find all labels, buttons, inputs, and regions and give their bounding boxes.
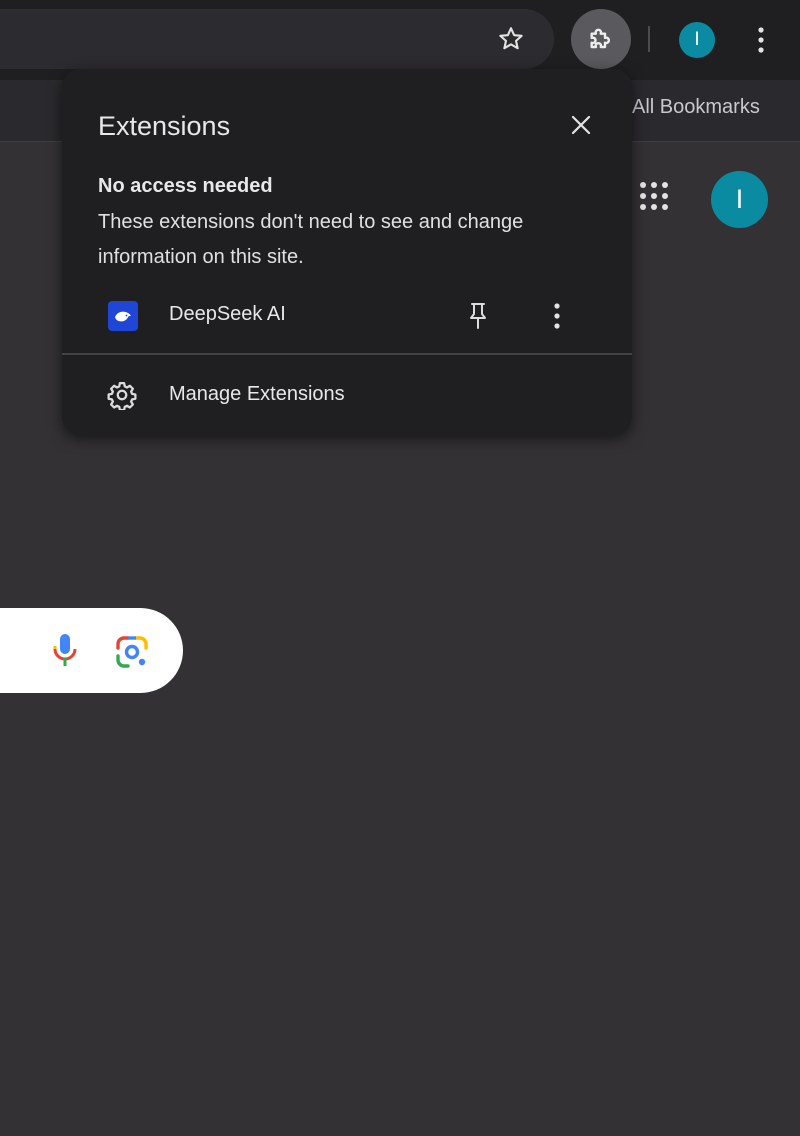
- extension-more-button[interactable]: [537, 296, 577, 336]
- all-bookmarks-link[interactable]: All Bookmarks: [632, 96, 760, 119]
- extension-name: DeepSeek AI: [169, 303, 286, 325]
- deepseek-whale-icon: [108, 301, 138, 331]
- close-icon: [571, 115, 591, 135]
- extensions-button[interactable]: [571, 9, 631, 69]
- bookmark-star-button[interactable]: [490, 18, 532, 60]
- vertical-ellipsis-icon: [554, 303, 560, 329]
- puzzle-piece-icon: [590, 28, 610, 49]
- no-access-description: These extensions don't need to see and c…: [98, 211, 524, 268]
- popup-close-button[interactable]: [561, 105, 601, 145]
- vertical-ellipsis-icon: [758, 27, 764, 53]
- microphone-icon: [53, 634, 77, 666]
- toolbar-divider: [648, 26, 650, 52]
- browser-menu-button[interactable]: [744, 20, 778, 60]
- google-lens-button[interactable]: [114, 634, 150, 670]
- star-outline-icon: [499, 27, 523, 50]
- popup-divider: [62, 353, 632, 355]
- manage-extensions-label: Manage Extensions: [169, 383, 345, 405]
- manage-extensions-button[interactable]: Manage Extensions: [62, 371, 632, 419]
- address-bar[interactable]: [0, 9, 554, 69]
- popup-title: Extensions: [98, 111, 231, 141]
- google-apps-button[interactable]: [634, 176, 674, 216]
- pin-extension-button[interactable]: [458, 296, 498, 336]
- gear-icon: [106, 379, 138, 411]
- no-access-heading: No access needed: [98, 175, 273, 197]
- extensions-popup: Extensions No access needed These extens…: [62, 69, 632, 435]
- google-lens-icon: [116, 636, 148, 668]
- profile-avatar-button[interactable]: I: [679, 22, 715, 58]
- browser-toolbar: I: [0, 0, 800, 80]
- apps-grid-icon: [640, 182, 668, 210]
- profile-initial: I: [694, 29, 700, 50]
- browser-window: I All Bookmarks I Extensions No access n…: [0, 0, 800, 1136]
- google-account-avatar[interactable]: I: [711, 171, 768, 228]
- voice-search-button[interactable]: [49, 632, 81, 670]
- avatar-initial: I: [735, 184, 744, 214]
- pin-icon: [470, 303, 486, 329]
- extension-row-deepseek[interactable]: DeepSeek AI: [62, 291, 632, 341]
- google-search-box[interactable]: [0, 608, 183, 693]
